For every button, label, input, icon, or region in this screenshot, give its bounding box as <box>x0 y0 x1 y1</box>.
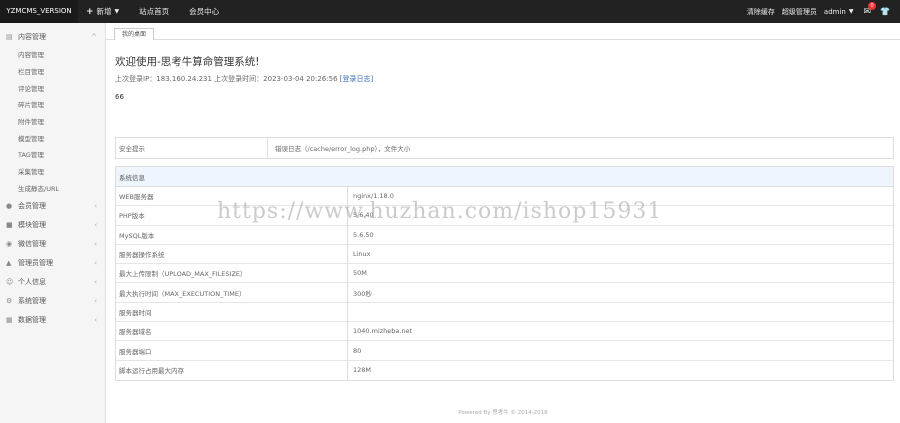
document-icon: ▤ <box>6 32 13 41</box>
sidebar-group-label: 数据管理 <box>18 315 46 324</box>
add-new-menu[interactable]: + 新增 ▼ <box>86 6 119 17</box>
table-row: 服务器操作系统 Linux <box>116 244 893 265</box>
table-row: MySQL版本 5.6.50 <box>116 225 893 245</box>
sidebar-group-system[interactable]: ⚙ 系统管理 ‹ <box>0 291 105 310</box>
sidebar-group-label: 模块管理 <box>18 220 46 229</box>
table-row: 最大上传限制（UPLOAD_MAX_FILESIZE） 50M <box>116 264 893 284</box>
row-key: 服务器操作系统 <box>116 244 348 264</box>
row-key: 服务器时间 <box>116 302 348 322</box>
admin-icon: ▲ <box>6 258 12 267</box>
sidebar-item-attachments[interactable]: 附件管理 <box>0 113 105 130</box>
sidebar-group-label: 会员管理 <box>18 201 46 210</box>
chevron-left-icon: ‹ <box>94 220 97 229</box>
last-login-info: 上次登录IP：183.160.24.231 上次登录时间：2023-03-04 … <box>115 74 373 84</box>
sidebar-item-blocks[interactable]: 碎片管理 <box>0 96 105 113</box>
gear-icon: ⚙ <box>6 296 13 305</box>
sidebar: ▤ 内容管理 ^ 内容管理 栏目管理 评论管理 碎片管理 附件管理 模型管理 T… <box>0 23 106 423</box>
security-value: 错误日志（/cache/error_log.php），文件大小 <box>275 145 411 153</box>
table-row: 服务器时间 <box>116 302 893 323</box>
brand-logo[interactable]: YZMCMS_VERSION <box>0 0 78 23</box>
sidebar-group-data[interactable]: ▦ 数据管理 ‹ <box>0 310 105 329</box>
last-login-text: 上次登录IP：183.160.24.231 上次登录时间：2023-03-04 … <box>115 75 338 83</box>
sidebar-item-models[interactable]: 模型管理 <box>0 129 105 146</box>
member-center-link[interactable]: 会员中心 <box>189 6 219 17</box>
row-key: 脚本运行占用最大内存 <box>116 360 348 380</box>
chevron-left-icon: ‹ <box>94 239 97 248</box>
chevron-down-icon: ▼ <box>114 8 120 15</box>
sidebar-group-content[interactable]: ▤ 内容管理 ^ <box>0 27 105 46</box>
top-nav: + 新增 ▼ 站点首页 会员中心 <box>86 0 239 23</box>
sidebar-group-admins[interactable]: ▲ 管理员管理 ‹ <box>0 253 105 272</box>
plus-icon: + <box>86 6 94 17</box>
sidebar-item-static-url[interactable]: 生成静态/URL <box>0 180 105 197</box>
table-row: 服务器域名 1040.mizheba.net <box>116 322 893 342</box>
sidebar-item-collect[interactable]: 采集管理 <box>0 163 105 180</box>
chevron-left-icon: ‹ <box>94 258 97 267</box>
user-menu[interactable]: admin ▼ <box>824 8 854 16</box>
chevron-left-icon: ‹ <box>94 277 97 286</box>
top-bar: YZMCMS_VERSION + 新增 ▼ 站点首页 会员中心 清除缓存 超级管… <box>0 0 900 23</box>
footer: Powered By 思考牛 © 2014-2018 <box>458 410 548 416</box>
top-right: 清除缓存 超级管理员 admin ▼ ✉ 0 👕 <box>740 0 890 23</box>
sidebar-group-members[interactable]: ● 会员管理 ‹ <box>0 196 105 215</box>
table-row: 安全提示 错误日志（/cache/error_log.php），文件大小 <box>116 138 893 158</box>
sidebar-group-label: 管理员管理 <box>18 258 53 267</box>
watermark-text: https://www.huzhan.com/ishop15931 <box>217 199 663 224</box>
sidebar-group-modules[interactable]: ■ 模块管理 ‹ <box>0 215 105 234</box>
sidebar-group-label: 微信管理 <box>18 239 46 248</box>
row-value: 50M <box>353 269 367 278</box>
chevron-left-icon: ‹ <box>94 315 97 324</box>
sidebar-group-label: 个人信息 <box>18 277 46 286</box>
row-value: 80 <box>353 346 362 355</box>
row-key: 服务器域名 <box>116 322 348 341</box>
sidebar-group-profile[interactable]: ☺ 个人信息 ‹ <box>0 272 105 291</box>
sidebar-item-comments[interactable]: 评论管理 <box>0 79 105 96</box>
table-row: 最大执行时间（MAX_EXECUTION_TIME） 300秒 <box>116 283 893 303</box>
chevron-left-icon: ‹ <box>94 201 97 210</box>
tab-my-desktop[interactable]: 我的桌面 <box>114 28 155 40</box>
sidebar-group-label: 内容管理 <box>18 32 46 41</box>
sidebar-item-tags[interactable]: TAG管理 <box>0 146 105 163</box>
table-row: 服务器端口 80 <box>116 341 893 361</box>
login-log-link[interactable]: [登录日志] <box>340 75 373 83</box>
person-icon: ☺ <box>6 277 14 286</box>
chevron-left-icon: ‹ <box>94 296 97 305</box>
row-key: 最大执行时间（MAX_EXECUTION_TIME） <box>116 283 348 302</box>
sidebar-item-category[interactable]: 栏目管理 <box>0 63 105 80</box>
row-value: Linux <box>353 250 371 259</box>
site-home-link[interactable]: 站点首页 <box>139 6 169 17</box>
mail-icon[interactable]: ✉ 0 <box>863 1 877 17</box>
wechat-icon: ◉ <box>6 239 13 248</box>
add-new-label: 新增 <box>96 7 112 16</box>
sidebar-group-wechat[interactable]: ◉ 微信管理 ‹ <box>0 234 105 253</box>
tab-bar: 我的桌面 <box>106 23 900 40</box>
info-number: 66 <box>115 93 124 101</box>
user-icon: ● <box>6 201 13 210</box>
module-icon: ■ <box>6 220 13 229</box>
database-icon: ▦ <box>6 315 13 324</box>
username: admin <box>823 7 846 16</box>
page-title: 欢迎使用-思考牛算命管理系统! <box>115 56 260 68</box>
row-key: 最大上传限制（UPLOAD_MAX_FILESIZE） <box>116 264 348 283</box>
chevron-down-icon: ▼ <box>848 8 854 15</box>
row-key: 服务器端口 <box>116 341 348 360</box>
security-table: 安全提示 错误日志（/cache/error_log.php），文件大小 <box>115 137 894 159</box>
row-value: 1040.mizheba.net <box>353 327 413 336</box>
chevron-up-icon: ^ <box>91 32 97 41</box>
theme-icon[interactable]: 👕 <box>880 7 890 16</box>
row-value: 128M <box>353 366 372 375</box>
table-row: 脚本运行占用最大内存 128M <box>116 360 893 380</box>
role-label: 超级管理员 <box>781 7 817 16</box>
sidebar-item-content[interactable]: 内容管理 <box>0 46 105 63</box>
row-key: MySQL版本 <box>116 225 348 244</box>
row-value: 5.6.50 <box>353 230 374 239</box>
clear-cache-link[interactable]: 清除缓存 <box>747 7 775 17</box>
row-value: 300秒 <box>353 289 372 298</box>
sidebar-group-label: 系统管理 <box>18 296 46 305</box>
mail-badge: 0 <box>868 1 877 10</box>
security-label: 安全提示 <box>116 138 268 158</box>
system-info-header: 系统信息 <box>116 167 893 187</box>
